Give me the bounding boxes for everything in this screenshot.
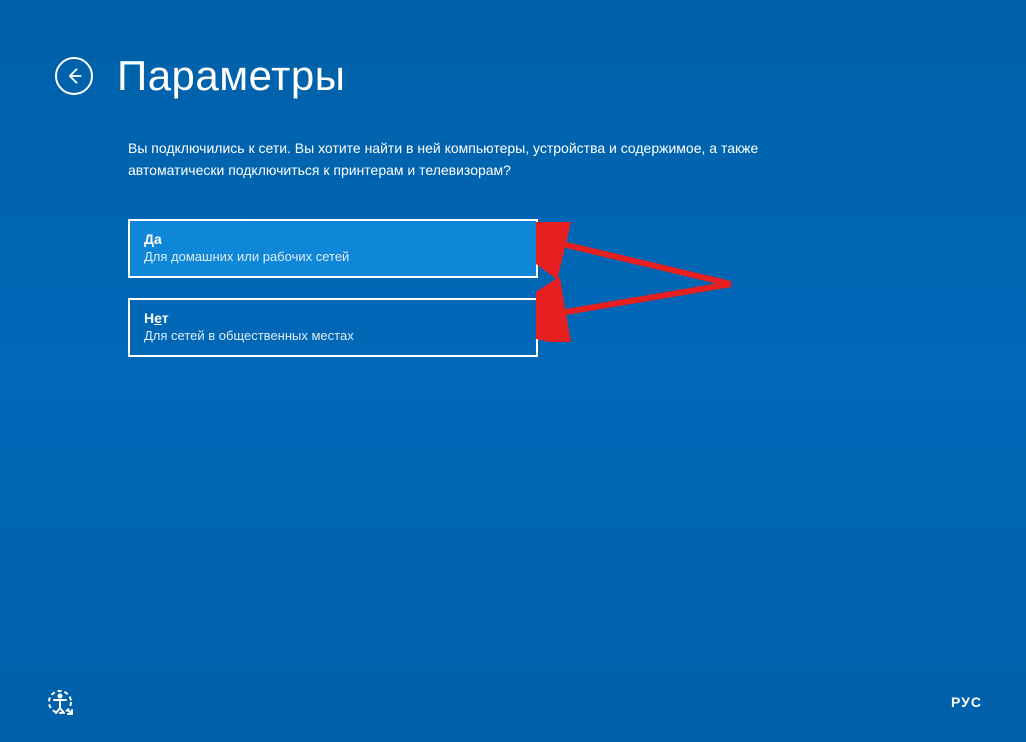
option-yes-title: Да bbox=[144, 231, 522, 247]
ease-of-access-button[interactable] bbox=[44, 686, 76, 718]
option-yes[interactable]: Да Для домашних или рабочих сетей bbox=[128, 219, 538, 278]
arrow-left-icon bbox=[64, 66, 84, 86]
page-title: Параметры bbox=[117, 52, 345, 100]
option-no[interactable]: Нет Для сетей в общественных местах bbox=[128, 298, 538, 357]
option-no-title: Нет bbox=[144, 310, 522, 326]
ease-of-access-icon bbox=[44, 686, 76, 718]
description-text: Вы подключились к сети. Вы хотите найти … bbox=[128, 138, 780, 181]
option-no-subtitle: Для сетей в общественных местах bbox=[144, 328, 522, 343]
back-button[interactable] bbox=[55, 57, 93, 95]
language-indicator[interactable]: РУС bbox=[951, 694, 982, 710]
option-yes-subtitle: Для домашних или рабочих сетей bbox=[144, 249, 522, 264]
